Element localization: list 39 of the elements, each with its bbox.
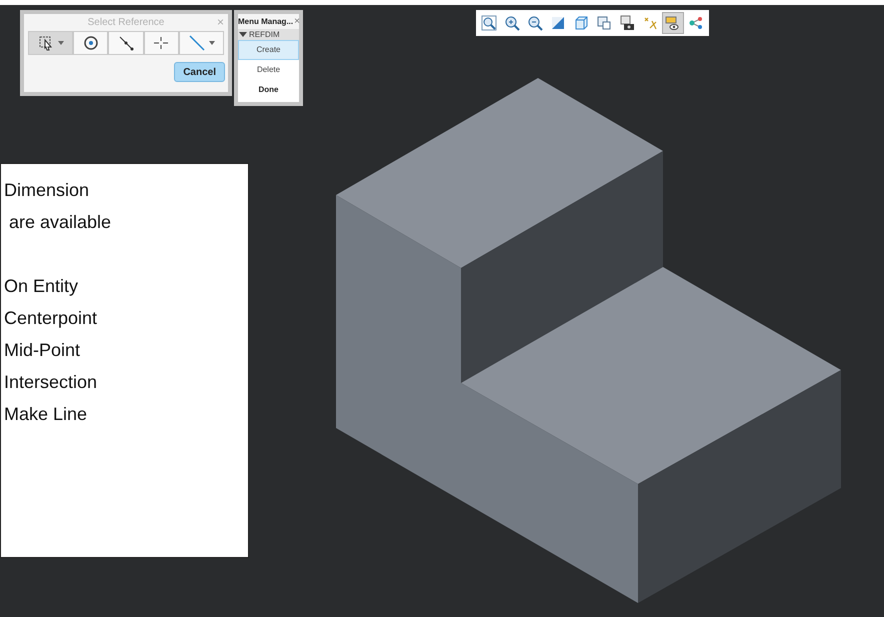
cube-icon [573, 15, 589, 31]
circle-point-icon [82, 35, 99, 51]
caret-icon [58, 41, 64, 45]
caret-icon [208, 41, 214, 45]
crosshair-icon [153, 35, 170, 51]
nodes-icon [688, 15, 704, 31]
note-text: Centerpoint [3, 307, 98, 330]
display-settings-icon [665, 15, 681, 31]
saved-views-icon [596, 15, 612, 31]
segment-icon [118, 35, 134, 51]
expand-triangle-icon [239, 32, 247, 37]
menu-item[interactable]: Delete [238, 60, 299, 80]
note-text: On Entity [3, 275, 80, 298]
zoom-fit-icon [481, 15, 497, 31]
menu-item[interactable]: Create [238, 40, 299, 60]
toolbar-button[interactable] [662, 12, 684, 34]
reference-tool-button[interactable] [73, 31, 108, 55]
reference-tool-button[interactable] [144, 31, 179, 55]
cursor-icon [38, 35, 54, 51]
cancel-button[interactable]: Cancel [174, 62, 225, 82]
note-text: Dimension [3, 179, 90, 202]
panel-title: Menu Manag... [238, 16, 294, 28]
menu-item[interactable]: Done [238, 80, 299, 100]
note-text: Intersection [3, 371, 98, 394]
zoom-out-icon [527, 15, 543, 31]
dialog-title: Select Reference [88, 16, 164, 30]
close-button[interactable]: × [294, 16, 301, 28]
note-text: are available [8, 211, 112, 234]
note-text: Make Line [3, 403, 88, 426]
note-text: Mid-Point [3, 339, 82, 362]
reference-tool-button[interactable] [108, 31, 144, 55]
section-label: REFDIM [249, 28, 280, 40]
camera-icon [619, 15, 635, 31]
datum-display-icon [642, 15, 658, 31]
zoom-in-icon [504, 15, 520, 31]
line-icon [188, 35, 204, 51]
menu-section-header[interactable]: REFDIM [238, 29, 299, 40]
shaded-square-icon [550, 15, 566, 31]
reference-tool-button[interactable] [28, 31, 74, 55]
